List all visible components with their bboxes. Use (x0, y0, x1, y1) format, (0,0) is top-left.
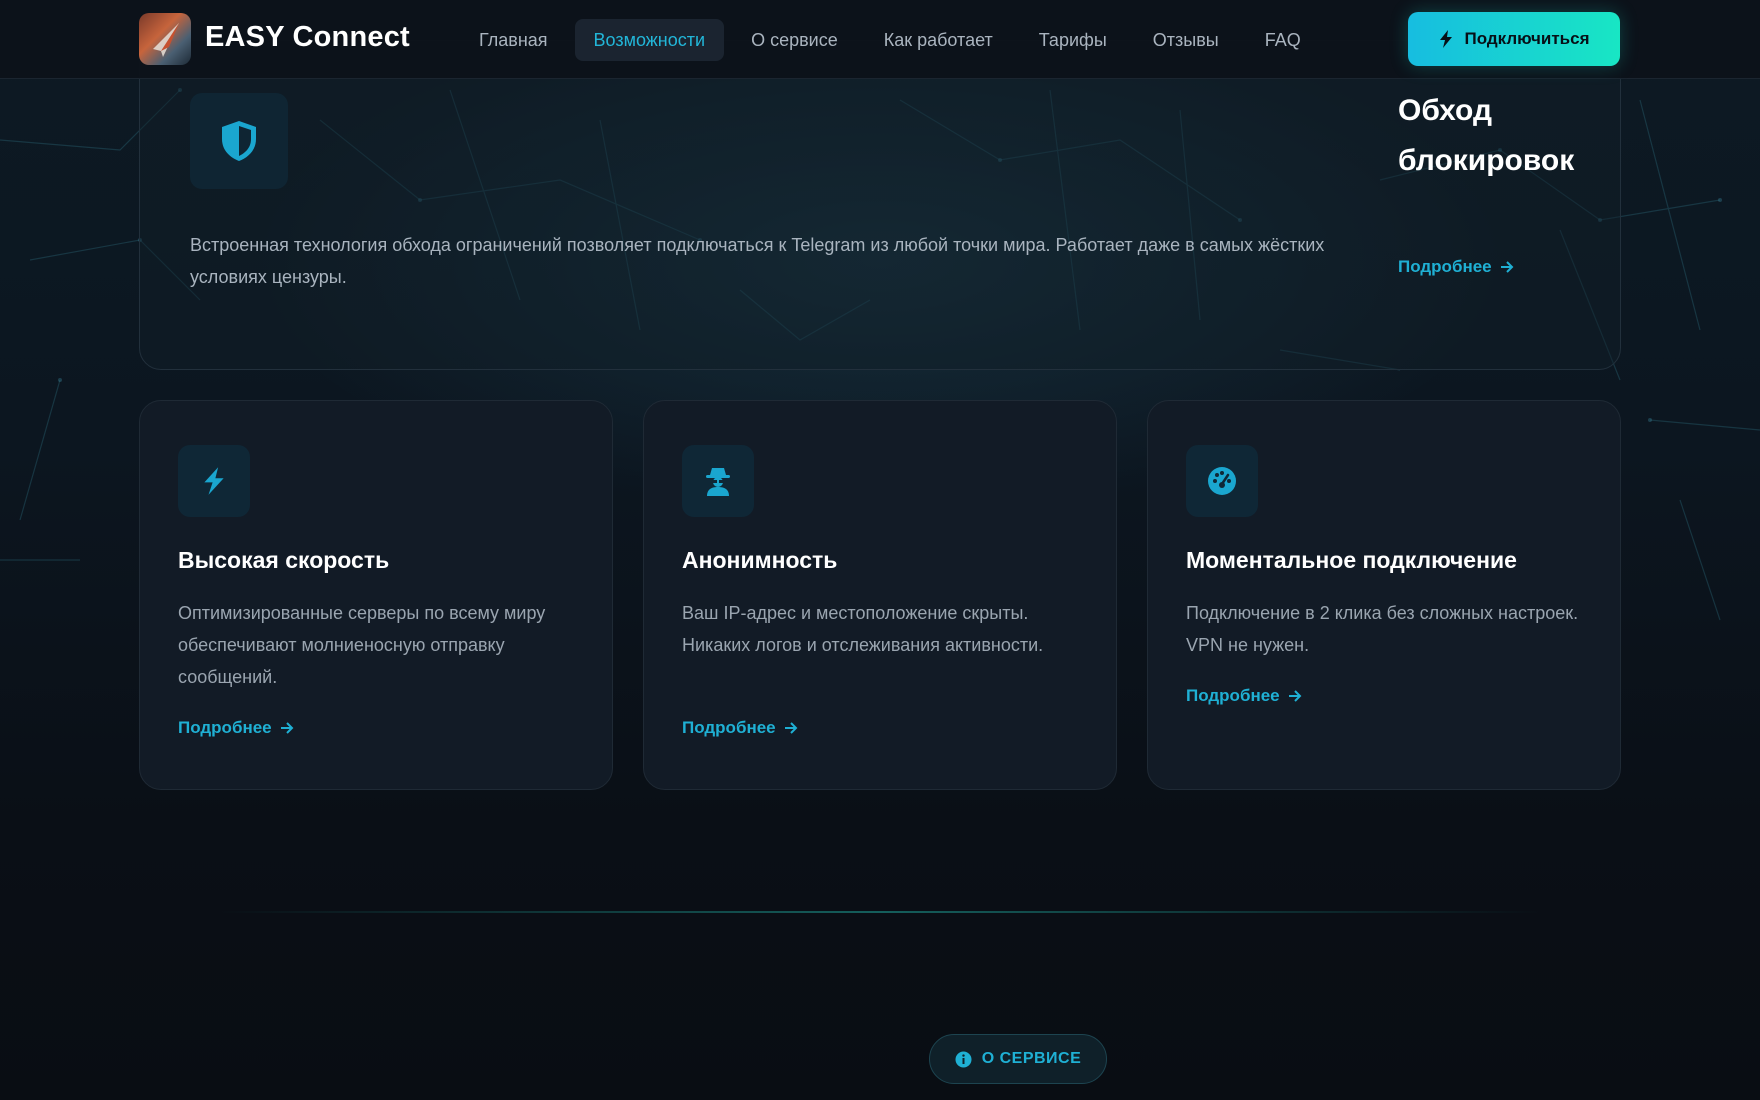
arrow-right-icon (1288, 690, 1302, 702)
feature-card-anonymity: Анонимность Ваш IP-адрес и местоположени… (643, 400, 1117, 790)
nav-item-features[interactable]: Возможности (574, 19, 725, 61)
feature-card-speed: Высокая скорость Оптимизированные сервер… (139, 400, 613, 790)
connect-button-label: Подключиться (1464, 29, 1590, 48)
top-navbar: EASY Connect Главная Возможности О серви… (0, 0, 1760, 79)
info-icon (955, 1051, 972, 1067)
nav-item-home[interactable]: Главная (460, 19, 567, 61)
brand-name[interactable]: EASY Connect (205, 21, 410, 54)
shield-icon (190, 93, 288, 189)
user-secret-icon (682, 445, 754, 517)
nav-item-pricing[interactable]: Тарифы (1020, 19, 1126, 61)
logo[interactable] (139, 13, 191, 65)
feature-description: Встроенная технология обхода ограничений… (190, 235, 1325, 287)
feature-title: Обход блокировок (1398, 94, 1575, 177)
feature-title: Анонимность (682, 547, 838, 573)
bolt-icon (178, 445, 250, 517)
main-nav: Главная Возможности О сервисе Как работа… (460, 19, 1328, 61)
more-link-label: Подробнее (1398, 257, 1492, 276)
more-link[interactable]: Подробнее (178, 718, 294, 738)
feature-title: Высокая скорость (178, 547, 390, 573)
feature-title: Моментальное подключение (1186, 547, 1517, 573)
more-link-label: Подробнее (1186, 686, 1280, 705)
nav-item-about[interactable]: О сервисе (732, 19, 857, 61)
connect-button[interactable]: Подключиться (1408, 12, 1620, 66)
feature-description: Подключение в 2 клика без сложных настро… (1186, 603, 1579, 655)
more-link-label: Подробнее (682, 718, 776, 737)
section-divider (220, 911, 1540, 913)
nav-item-how-it-works[interactable]: Как работает (865, 19, 1012, 61)
nav-item-faq[interactable]: FAQ (1246, 19, 1320, 61)
gauge-icon (1186, 445, 1258, 517)
more-link[interactable]: Подробнее (1186, 686, 1302, 706)
more-link[interactable]: Подробнее (1398, 257, 1514, 277)
section-badge-about: О СЕРВИСЕ (929, 1034, 1107, 1084)
feature-card-instant-connect: Моментальное подключение Подключение в 2… (1147, 400, 1621, 790)
arrow-right-icon (280, 722, 294, 734)
arrow-right-icon (784, 722, 798, 734)
more-link-label: Подробнее (178, 718, 272, 737)
feature-description: Оптимизированные серверы по всему миру о… (178, 603, 546, 687)
feature-description: Ваш IP-адрес и местоположение скрыты. Ни… (682, 603, 1044, 655)
more-link[interactable]: Подробнее (682, 718, 798, 738)
section-badge-label: О СЕРВИСЕ (981, 1050, 1082, 1067)
arrow-right-icon (1500, 261, 1514, 273)
bolt-icon (1440, 30, 1453, 48)
nav-item-reviews[interactable]: Отзывы (1134, 19, 1238, 61)
feature-card-bypass: Встроенная технология обхода ограничений… (139, 40, 1621, 370)
